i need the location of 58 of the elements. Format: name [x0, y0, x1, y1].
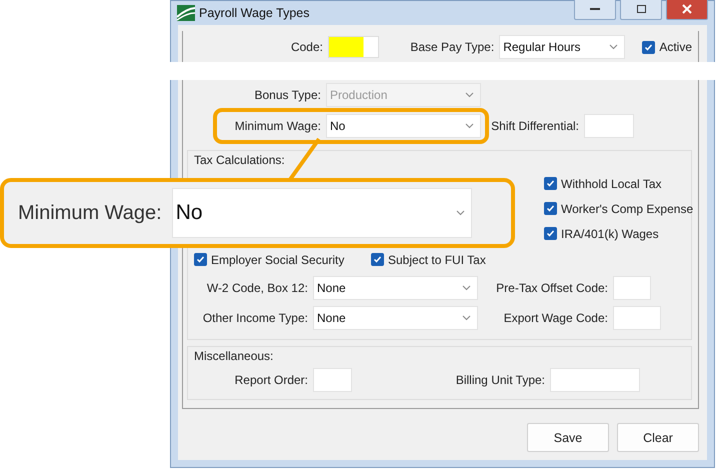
- callout-label: Minimum Wage:: [18, 202, 162, 224]
- field-label: Report Order:: [234, 373, 309, 387]
- minimize-button[interactable]: [574, 0, 616, 20]
- app-logo-icon: [177, 5, 195, 21]
- field-label: Base Pay Type:: [409, 40, 496, 54]
- close-button[interactable]: [666, 0, 708, 20]
- checkmark-icon: [644, 42, 654, 52]
- checkbox[interactable]: [544, 177, 557, 190]
- checkbox[interactable]: [371, 253, 384, 266]
- chevron-down-icon: [456, 210, 465, 216]
- dialog-button[interactable]: Clear: [617, 423, 699, 452]
- checkmark-icon: [546, 229, 555, 238]
- dialog-button[interactable]: Save: [527, 423, 609, 452]
- input-field[interactable]: [584, 114, 634, 138]
- dropdown[interactable]: None: [313, 306, 478, 330]
- group-title: Tax Calculations:: [194, 153, 286, 167]
- checkmark-icon: [373, 255, 382, 264]
- field-label: Billing Unit Type:: [454, 373, 546, 387]
- checkbox-label[interactable]: IRA/401(k) Wages: [544, 226, 659, 240]
- dropdown[interactable]: None: [313, 276, 478, 300]
- code-field[interactable]: [328, 36, 380, 58]
- group-title: Miscellaneous:: [194, 349, 274, 363]
- checkmark-icon: [546, 204, 555, 213]
- chevron-down-icon: [462, 285, 471, 291]
- dropdown[interactable]: No: [326, 114, 481, 138]
- checkbox-label[interactable]: Employer Social Security: [194, 252, 371, 266]
- minimize-icon: [590, 8, 600, 10]
- input-field[interactable]: [613, 276, 651, 300]
- chevron-down-icon: [608, 44, 618, 50]
- active-checkbox-label[interactable]: Active: [642, 40, 692, 54]
- input-field[interactable]: [613, 306, 661, 330]
- input-field[interactable]: [313, 368, 352, 392]
- field-label: Code:: [290, 40, 324, 54]
- checkmark-icon: [546, 179, 555, 188]
- checkbox-label[interactable]: Worker's Comp Expense: [544, 202, 694, 216]
- close-icon: [682, 4, 692, 14]
- maximize-icon: [636, 5, 646, 13]
- field-label: Bonus Type:: [254, 88, 322, 102]
- checkbox[interactable]: [642, 40, 656, 54]
- chevron-down-icon: [465, 122, 474, 129]
- field-label: Pre-Tax Offset Code:: [495, 281, 609, 295]
- chevron-down-icon: [462, 315, 471, 321]
- field-label: W-2 Code, Box 12:: [206, 281, 309, 295]
- input-field[interactable]: [550, 368, 640, 392]
- checkbox-label[interactable]: Subject to FUI Tax: [371, 252, 548, 266]
- checkmark-icon: [196, 255, 205, 264]
- checkbox[interactable]: [544, 202, 557, 215]
- maximize-button[interactable]: [620, 0, 662, 20]
- field-label: Export Wage Code:: [502, 311, 609, 325]
- checkbox[interactable]: [194, 253, 207, 266]
- chevron-down-icon: [465, 92, 474, 98]
- field-label: Shift Differential:: [490, 118, 580, 133]
- field-label: Minimum Wage:: [234, 118, 322, 133]
- field-label: Other Income Type:: [202, 311, 309, 325]
- checkbox[interactable]: [544, 227, 557, 240]
- window-title: Payroll Wage Types: [199, 6, 310, 20]
- dropdown[interactable]: Regular Hours: [499, 35, 625, 59]
- checkbox-label[interactable]: Withhold Local Tax: [544, 176, 662, 190]
